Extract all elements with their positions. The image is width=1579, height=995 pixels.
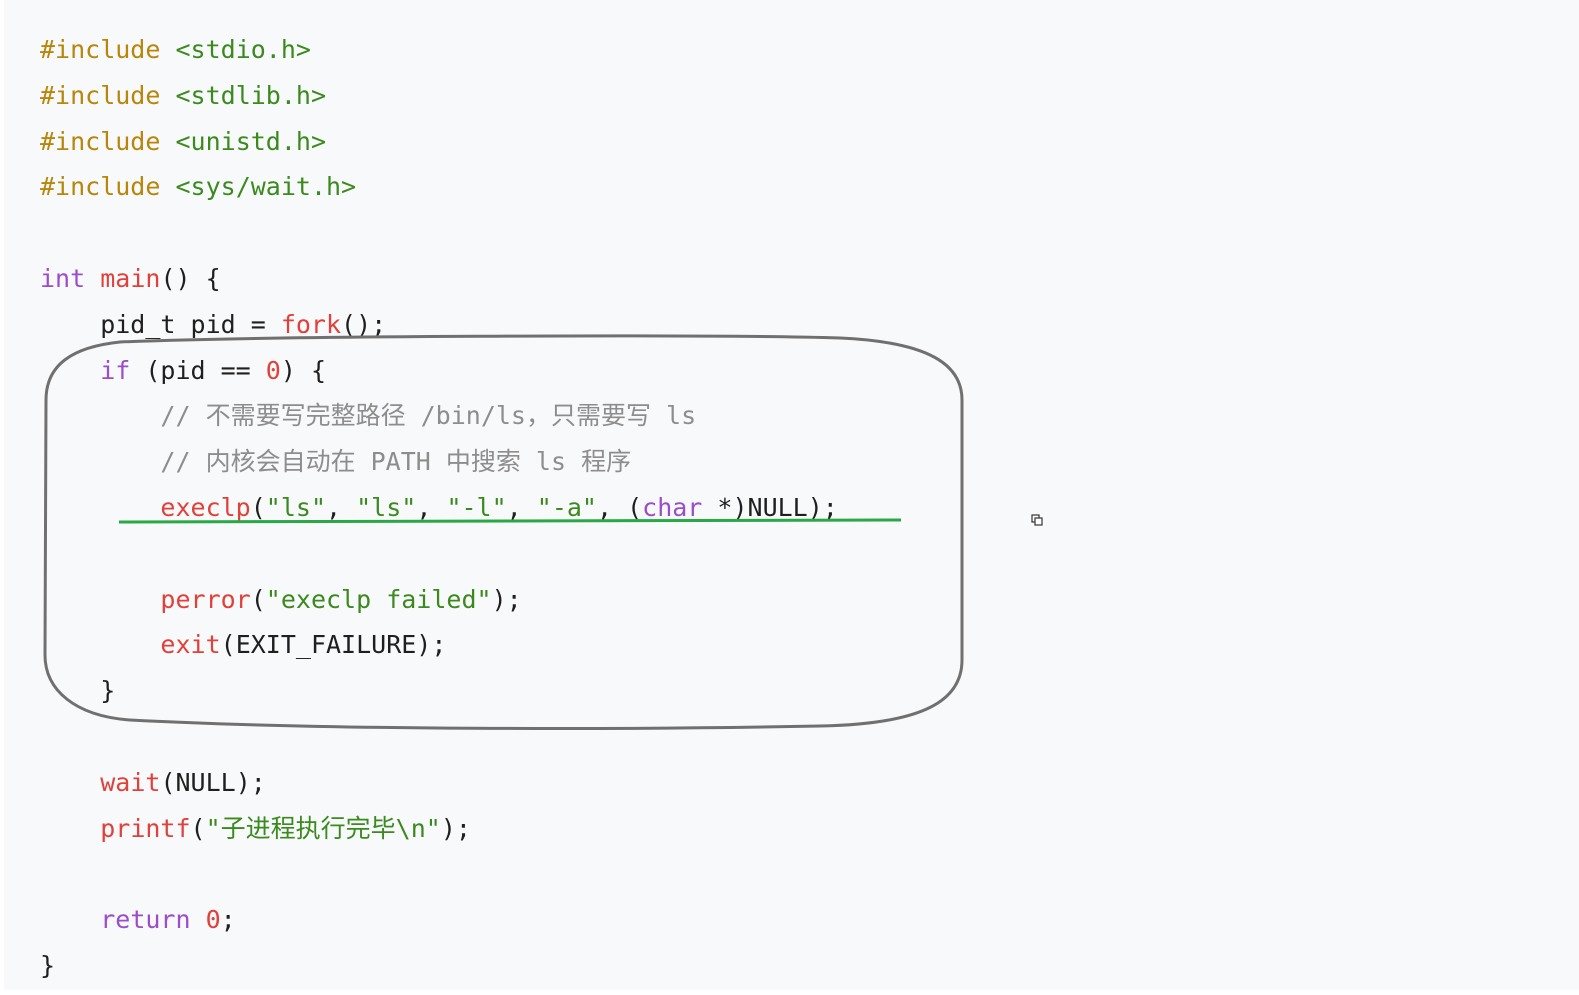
code-line: int main() { [40, 256, 838, 302]
code-token: 0 [205, 905, 221, 935]
code-token: return [100, 905, 191, 935]
code-token: printf [100, 813, 191, 843]
code-line: #include <stdio.h> [40, 27, 838, 73]
code-token: fork [280, 309, 342, 339]
code-token: // 不需要写完整路径 /bin/ls，只需要写 ls [40, 401, 697, 431]
code-line: #include <sys/wait.h> [40, 164, 838, 210]
code-line: } [40, 668, 838, 714]
code-token: <unistd.h> [175, 126, 326, 156]
code-token: ( [250, 584, 266, 614]
code-line: exit(EXIT_FAILURE); [40, 622, 838, 668]
code-line: printf("子进程执行完毕\n"); [40, 806, 838, 852]
code-token: ); [491, 584, 522, 614]
code-token: exit [160, 630, 221, 660]
code-token: char [642, 492, 703, 522]
code-token: int [40, 263, 86, 293]
code-token: if [100, 355, 131, 385]
code-token: main [100, 263, 161, 293]
code-line: #include <unistd.h> [40, 119, 838, 165]
code-token: <sys/wait.h> [175, 172, 357, 202]
code-token: 0 [265, 355, 281, 385]
code-token: , ( [597, 492, 643, 522]
code-token: ); [440, 813, 471, 843]
code-token: <stdlib.h> [175, 80, 326, 110]
code-line: execlp("ls", "ls", "-l", "-a", (char *)N… [40, 485, 838, 531]
code-token: } [40, 676, 116, 706]
code-line: } [40, 943, 838, 989]
code-line: // 不需要写完整路径 /bin/ls，只需要写 ls [40, 393, 838, 439]
code-block: #include <stdio.h> #include <stdlib.h> #in… [40, 27, 838, 989]
code-token: , [506, 492, 537, 522]
code-line: // 内核会自动在 PATH 中搜索 ls 程序 [40, 439, 838, 485]
code-token: #include [40, 35, 161, 64]
code-line: return 0; [40, 897, 838, 943]
code-token: "-a" [536, 492, 597, 522]
code-token: wait [100, 767, 161, 797]
code-token: ( [250, 492, 266, 522]
code-token: // 内核会自动在 PATH 中搜索 ls 程序 [40, 447, 632, 477]
code-token: "-l" [446, 492, 507, 522]
code-token: *)NULL); [702, 492, 838, 522]
code-token: "execlp failed" [265, 584, 492, 614]
code-line: pid_t pid = fork(); [40, 302, 838, 348]
code-token: #include [40, 172, 161, 202]
code-token: (pid == [130, 355, 266, 385]
code-line: wait(NULL); [40, 760, 838, 806]
code-line: #include <stdlib.h> [40, 73, 838, 119]
code-token: execlp [160, 492, 251, 522]
code-token: "ls" [356, 492, 417, 522]
code-token: "ls" [265, 492, 327, 522]
code-token: (NULL); [160, 767, 266, 797]
code-token: #include [40, 126, 161, 156]
code-line: if (pid == 0) { [40, 348, 838, 394]
code-token: () { [160, 263, 221, 293]
code-token: ) { [280, 355, 327, 385]
code-token: (EXIT_FAILURE); [220, 630, 447, 660]
code-token: (); [341, 309, 387, 339]
code-token: perror [160, 584, 251, 614]
code-token: #include [40, 80, 161, 110]
code-token: , [326, 492, 357, 522]
copy-icon[interactable] [1031, 513, 1043, 526]
code-token: ( [190, 813, 206, 843]
code-token: <stdio.h> [175, 35, 311, 64]
code-line: perror("execlp failed"); [40, 577, 838, 623]
code-token: "子进程执行完毕\n" [205, 813, 441, 843]
code-token: ; [220, 905, 236, 935]
code-token: , [416, 492, 447, 522]
code-token: pid_t pid = [40, 309, 281, 339]
code-token: } [40, 950, 56, 980]
